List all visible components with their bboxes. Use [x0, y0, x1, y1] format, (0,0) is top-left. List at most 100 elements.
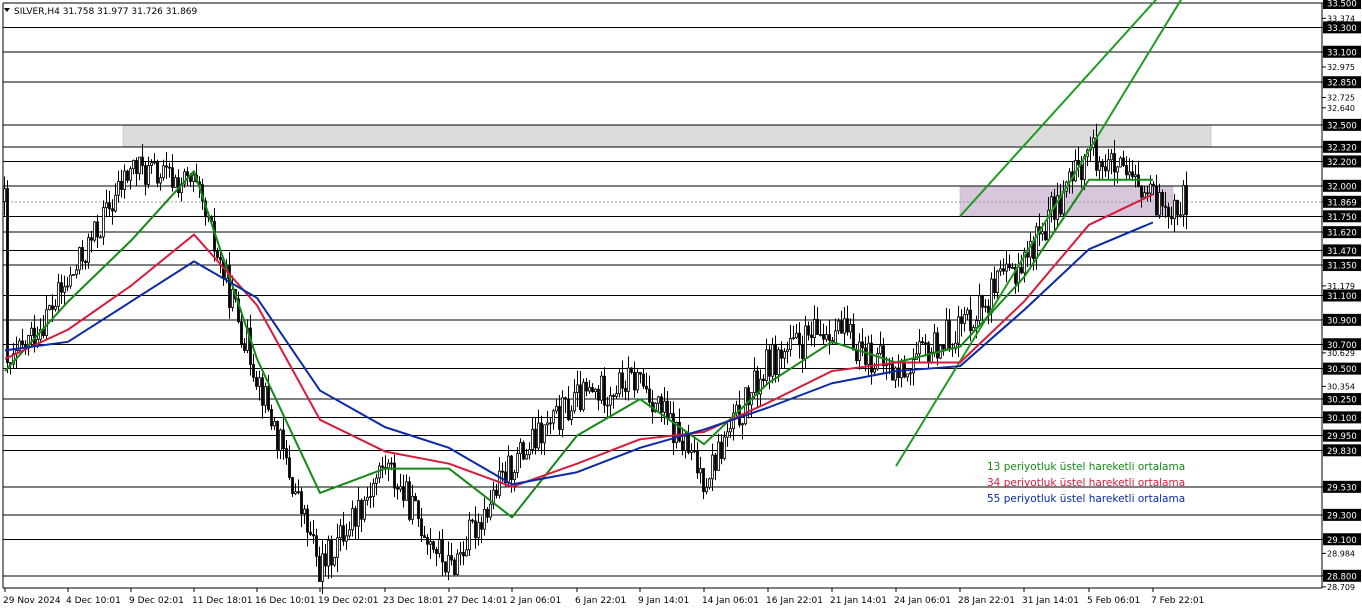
candle-body	[774, 344, 777, 376]
candle-body	[870, 342, 873, 373]
candle-body	[1170, 215, 1173, 220]
candle-body	[309, 531, 312, 535]
candle-body	[1005, 263, 1008, 272]
candle-body	[123, 170, 126, 190]
price-label: 31.869	[1327, 198, 1357, 208]
candle-body	[552, 410, 555, 424]
price-label: 30.250	[1327, 396, 1357, 406]
time-label: 2 Jan 06:01	[510, 596, 561, 606]
candle-body	[513, 472, 516, 481]
candle-body	[630, 367, 633, 373]
candle-body	[1185, 184, 1188, 216]
candle-body	[252, 364, 255, 378]
candle-body	[912, 359, 915, 374]
candle-body	[564, 397, 567, 400]
candle-body	[411, 495, 414, 520]
candle-body	[1173, 199, 1176, 220]
candle-body	[228, 264, 231, 308]
candle-body	[825, 334, 828, 340]
candle-body	[597, 388, 600, 401]
price-label: 31.620	[1327, 229, 1357, 239]
candle-body	[1149, 183, 1152, 194]
candle-body	[594, 388, 597, 393]
candle-body	[171, 167, 174, 188]
candle-body	[1104, 166, 1107, 172]
legend-item: 34 periyotluk üstel hareketli ortalama	[987, 477, 1185, 489]
candle-body	[381, 465, 384, 468]
candle-body	[1182, 184, 1185, 216]
candle-body	[408, 481, 411, 520]
candle-body	[1050, 196, 1053, 211]
legend-item: 55 periyotluk üstel hareketli ortalama	[987, 493, 1185, 505]
candle-body	[351, 508, 354, 531]
candle-body	[249, 327, 252, 365]
candle-body	[285, 448, 288, 459]
candle-body	[1164, 205, 1167, 208]
time-label: 27 Dec 14:01	[447, 596, 508, 606]
price-label: 30.500	[1327, 365, 1357, 375]
candle-body	[600, 375, 603, 401]
candle-body	[786, 349, 789, 352]
candle-body	[909, 372, 912, 375]
candle-body	[1176, 199, 1179, 216]
candle-body	[72, 273, 75, 276]
candle-body	[306, 508, 309, 533]
candle-body	[702, 468, 705, 493]
candle-body	[402, 486, 405, 501]
price-label: 29.300	[1327, 511, 1357, 521]
candle-body	[1011, 267, 1014, 269]
candle-body	[942, 345, 945, 350]
price-label: 33.100	[1327, 48, 1357, 58]
price-label: 32.200	[1327, 158, 1357, 168]
candle-body	[873, 368, 876, 373]
candle-body	[945, 319, 948, 350]
candle-body	[1155, 185, 1158, 216]
candle-body	[969, 309, 972, 332]
candle-body	[54, 305, 57, 310]
price-label: 32.320	[1327, 143, 1357, 153]
candle-body	[819, 334, 822, 336]
candle-body	[822, 334, 825, 340]
time-label: 9 Dec 02:01	[129, 596, 184, 606]
candle-body	[1110, 153, 1113, 161]
candle-body	[153, 161, 156, 164]
candle-body	[1134, 174, 1137, 178]
candle-body	[1020, 266, 1023, 274]
candle-body	[645, 385, 648, 390]
candle-body	[1041, 231, 1044, 235]
price-label: 32.500	[1327, 121, 1357, 131]
candle-body	[519, 442, 522, 455]
candle-body	[582, 381, 585, 411]
candle-body	[924, 342, 927, 345]
candle-body	[1044, 231, 1047, 241]
candle-body	[135, 160, 138, 174]
candle-body	[288, 457, 291, 478]
candle-body	[813, 319, 816, 339]
candle-body	[921, 341, 924, 344]
candle-body	[501, 470, 504, 473]
candle-body	[834, 330, 837, 344]
price-label: 30.354	[1327, 382, 1355, 391]
candle-body	[1146, 192, 1149, 195]
candle-body	[849, 323, 852, 333]
candle-body	[141, 156, 144, 166]
candle-body	[633, 371, 636, 391]
candle-body	[975, 320, 978, 328]
candle-body	[375, 477, 378, 484]
candle-body	[471, 519, 474, 522]
candle-body	[483, 508, 486, 530]
price-label: 28.709	[1327, 583, 1355, 592]
candle-body	[993, 278, 996, 294]
candle-body	[366, 496, 369, 501]
candle-body	[348, 529, 351, 537]
candle-body	[1158, 192, 1161, 216]
candle-body	[474, 520, 477, 539]
candle-body	[453, 559, 456, 575]
candle-body	[681, 440, 684, 451]
candle-body	[666, 400, 669, 419]
resistance-zone	[122, 124, 1212, 148]
candle-body	[795, 332, 798, 339]
candle-body	[933, 332, 936, 353]
candle-body	[627, 367, 630, 392]
candle-body	[282, 429, 285, 450]
